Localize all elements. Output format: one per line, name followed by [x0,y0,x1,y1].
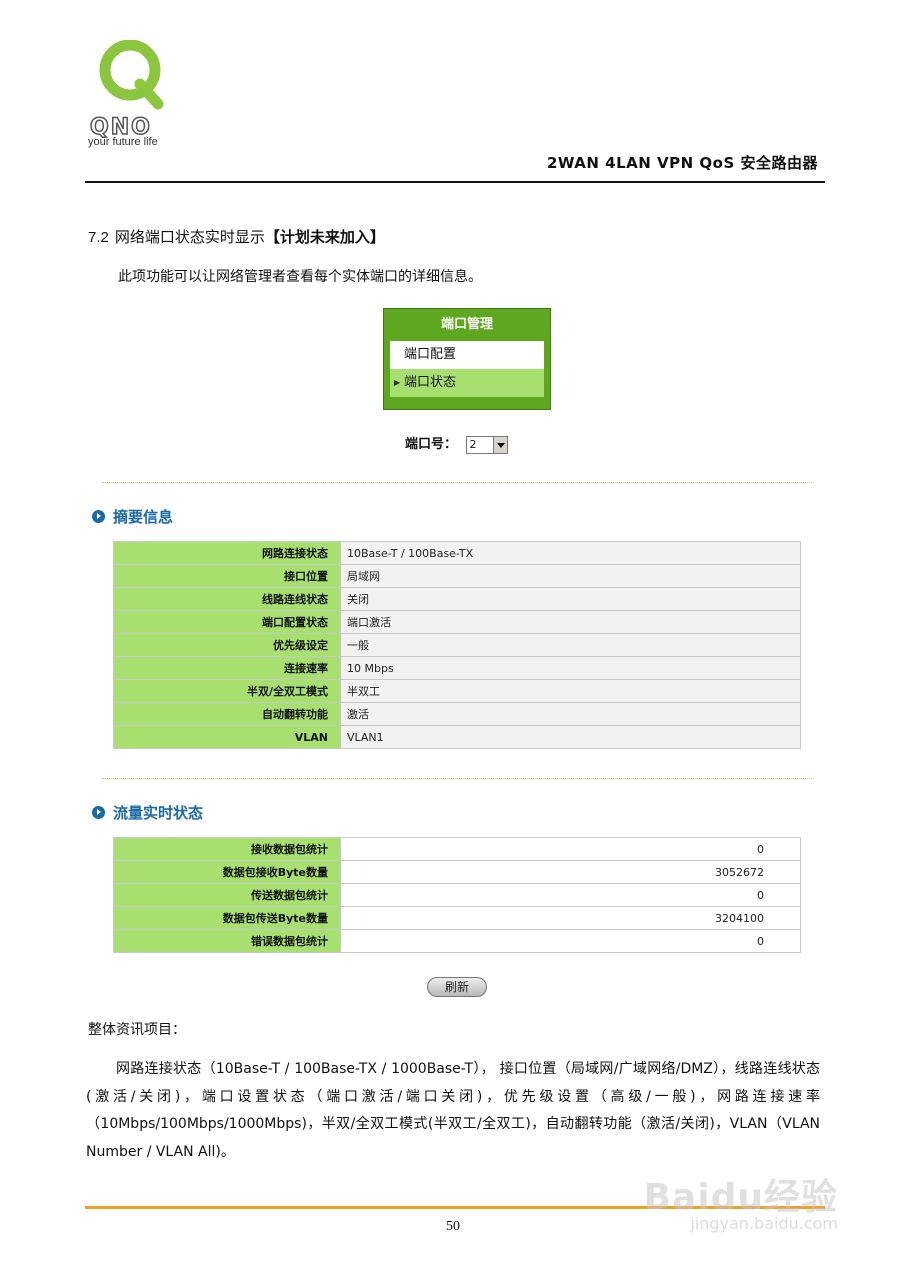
table-row: 线路连线状态 关闭 [113,587,801,611]
summary-heading: 摘要信息 [92,506,173,527]
row-value: 一般 [340,633,801,657]
port-management-menu: 端口管理 端口配置 ▶ 端口状态 [383,308,551,410]
table-row: 接收数据包统计 0 [113,837,801,861]
port-selector: 端口号： 2 [405,433,508,454]
traffic-heading: 流量实时状态 [92,802,203,823]
table-row: 接口位置 局域网 [113,564,801,588]
chevron-down-icon[interactable] [492,436,507,453]
summary-table: 网路连接状态 10Base-T / 100Base-TX 接口位置 局域网 线路连线… [113,541,801,749]
divider [102,778,812,779]
row-value: 半双工 [340,679,801,703]
overall-items-label: 整体资讯项目： [88,1022,186,1038]
menu-item-label: 端口状态 [404,375,457,390]
port-number-value: 2 [469,437,477,451]
row-value: 3204100 [340,906,801,930]
row-label: VLAN [113,725,341,749]
row-value: 0 [340,929,801,953]
row-value: 0 [340,883,801,907]
section-title: 网络端口状态实时显示 [114,228,265,246]
row-label: 接收数据包统计 [113,837,341,861]
row-label: 自动翻转功能 [113,702,341,726]
row-value: 10Base-T / 100Base-TX [340,541,801,565]
row-label: 错误数据包统计 [113,929,341,953]
baidu-watermark: Baidu经验 jingyan.baidu.com [642,1168,842,1248]
row-value: 激活 [340,702,801,726]
table-row: 数据包传送Byte数量 3204100 [113,906,801,930]
port-number-select[interactable]: 2 [465,435,508,454]
row-value: 0 [340,837,801,861]
section-heading: 7.2 网络端口状态实时显示【计划未来加入】 [88,226,385,247]
port-selector-label: 端口号： [405,437,458,452]
menu-title: 端口管理 [440,317,493,332]
row-value: 局域网 [340,564,801,588]
section-note: 【计划未来加入】 [264,228,385,246]
triangle-right-icon: ▶ [394,378,401,387]
table-row: 端口配置状态 端口激活 [113,610,801,634]
arrow-circle-icon [92,806,105,819]
row-label: 线路连线状态 [113,587,341,611]
watermark-brand: Baidu经验 [643,1177,838,1218]
row-value: 关闭 [340,587,801,611]
watermark-url: jingyan.baidu.com [690,1214,838,1233]
refresh-button[interactable]: 刷新 [427,977,487,997]
intro-paragraph: 此项功能可以让网络管理者查看每个实体端口的详细信息。 [118,269,482,285]
row-label: 半双/全双工模式 [113,679,341,703]
table-row: 数据包接收Byte数量 3052672 [113,860,801,884]
row-label: 端口配置状态 [113,610,341,634]
summary-heading-label: 摘要信息 [113,508,174,526]
row-value: 10 Mbps [340,656,801,680]
table-row: 自动翻转功能 激活 [113,702,801,726]
table-row: 网路连接状态 10Base-T / 100Base-TX [113,541,801,565]
row-label: 数据包传送Byte数量 [113,906,341,930]
arrow-circle-icon [92,510,105,523]
divider [102,482,812,483]
header-rule [85,181,825,183]
page-number: 50 [446,1219,460,1234]
row-value: 3052672 [340,860,801,884]
body-paragraph: 网路连接状态（10Base-T / 100Base-TX / 1000Base-… [86,1056,820,1166]
row-value: 端口激活 [340,610,801,634]
menu-item-label: 端口配置 [404,347,457,362]
row-label: 接口位置 [113,564,341,588]
table-row: 连接速率 10 Mbps [113,656,801,680]
row-label: 网路连接状态 [113,541,341,565]
traffic-heading-label: 流量实时状态 [113,804,204,822]
row-label: 数据包接收Byte数量 [113,860,341,884]
logo-tagline: your future life [88,136,158,148]
row-value: VLAN1 [340,725,801,749]
table-row: VLAN VLAN1 [113,725,801,749]
section-number: 7.2 [88,229,109,246]
table-row: 错误数据包统计 0 [113,929,801,953]
row-label: 连接速率 [113,656,341,680]
row-label: 优先级设定 [113,633,341,657]
row-label: 传送数据包统计 [113,883,341,907]
product-title: 2WAN 4LAN VPN QoS 安全路由器 [546,154,818,172]
menu-item-port-config[interactable]: 端口配置 [390,341,544,369]
traffic-table: 接收数据包统计 0 数据包接收Byte数量 3052672 传送数据包统计 0 数据包… [113,837,801,953]
menu-item-port-status[interactable]: ▶ 端口状态 [390,369,544,397]
table-row: 传送数据包统计 0 [113,883,801,907]
table-row: 优先级设定 一般 [113,633,801,657]
table-row: 半双/全双工模式 半双工 [113,679,801,703]
body-paragraph-text: 网路连接状态（10Base-T / 100Base-TX / 1000Base-… [86,1061,820,1160]
